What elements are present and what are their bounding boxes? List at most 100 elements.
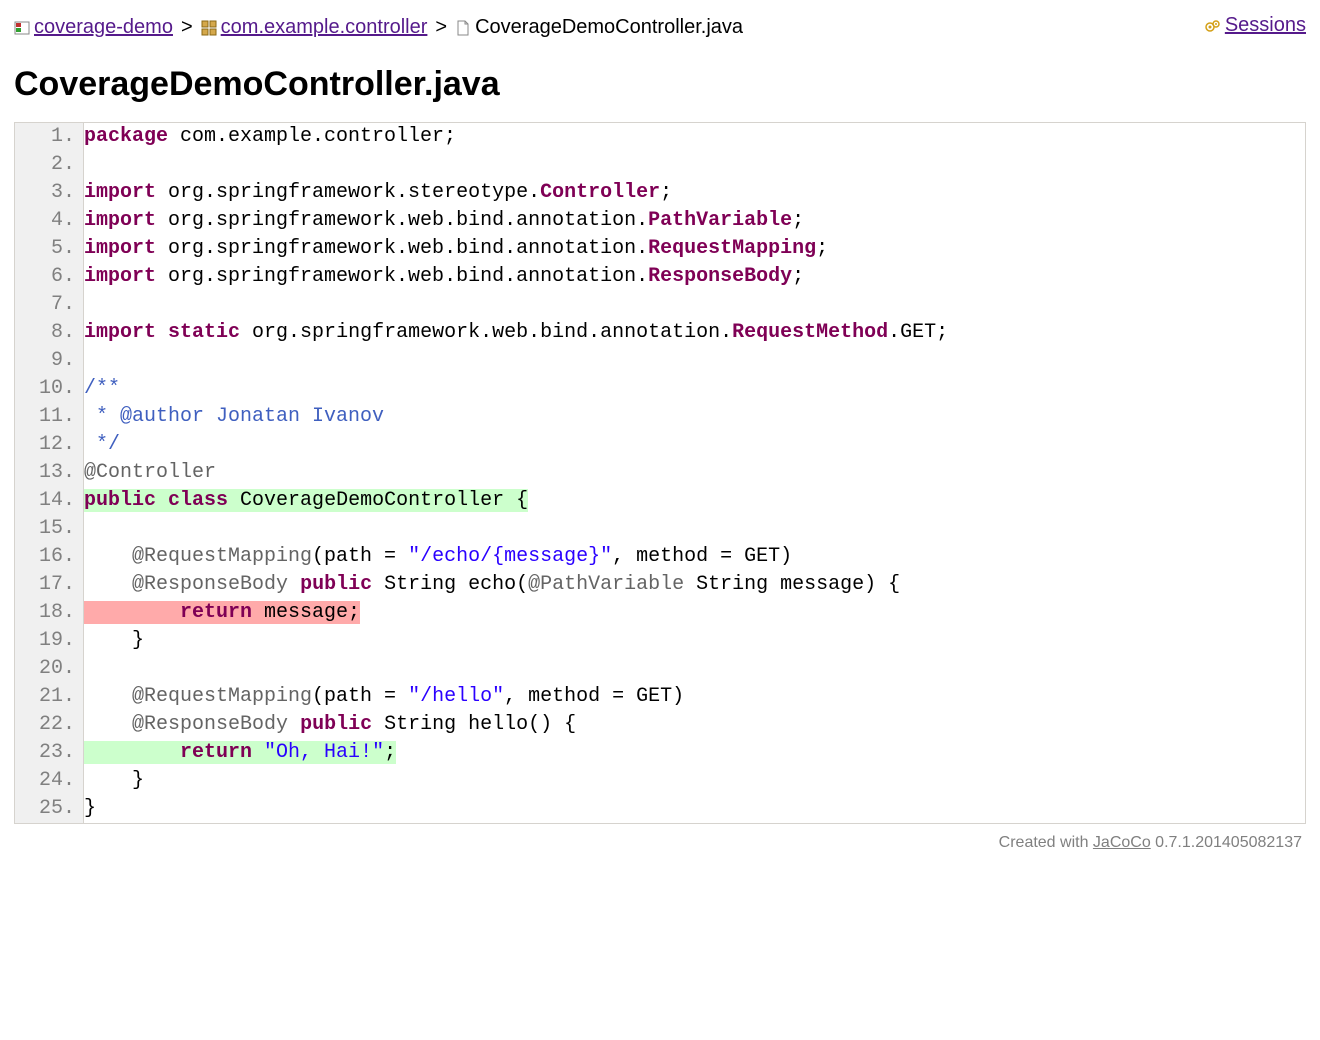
code-line: 19 } (15, 627, 1305, 655)
code-line: 9 (15, 347, 1305, 375)
code-line: 3import org.springframework.stereotype.C… (15, 179, 1305, 207)
code-cell: } (84, 627, 1306, 655)
code-line: 16 @RequestMapping(path = "/echo/{messag… (15, 543, 1305, 571)
line-number: 16 (15, 543, 84, 571)
breadcrumb-item-package: com.example.controller (201, 16, 428, 39)
code-line: 23 return "Oh, Hai!"; (15, 739, 1305, 767)
line-number: 4 (15, 207, 84, 235)
line-number: 17 (15, 571, 84, 599)
code-cell: @Controller (84, 459, 1306, 487)
sessions-label: Sessions (1225, 14, 1306, 37)
line-number: 25 (15, 795, 84, 823)
line-number: 24 (15, 767, 84, 795)
sessions-icon (1205, 18, 1221, 34)
line-number: 3 (15, 179, 84, 207)
footer-version: 0.7.1.201405082137 (1151, 834, 1302, 851)
code-cell: public class CoverageDemoController { (84, 487, 1306, 515)
code-line: 7 (15, 291, 1305, 319)
line-number: 7 (15, 291, 84, 319)
code-cell: @ResponseBody public String hello() { (84, 711, 1306, 739)
code-cell: @ResponseBody public String echo(@PathVa… (84, 571, 1306, 599)
line-number: 19 (15, 627, 84, 655)
breadcrumb-item-report: coverage-demo (14, 16, 173, 39)
code-cell: import static org.springframework.web.bi… (84, 319, 1306, 347)
code-cell: return "Oh, Hai!"; (84, 739, 1306, 767)
code-cell (84, 655, 1306, 683)
code-line: 18 return message; (15, 599, 1305, 627)
line-number: 8 (15, 319, 84, 347)
breadcrumb-separator: > (181, 16, 193, 39)
code-line: 17 @ResponseBody public String echo(@Pat… (15, 571, 1305, 599)
code-line: 8import static org.springframework.web.b… (15, 319, 1305, 347)
line-number: 13 (15, 459, 84, 487)
code-line: 13@Controller (15, 459, 1305, 487)
sessions-link[interactable]: Sessions (1205, 14, 1306, 37)
coverage-full: public class CoverageDemoController { (84, 489, 528, 512)
code-line: 24 } (15, 767, 1305, 795)
code-line: 5import org.springframework.web.bind.ann… (15, 235, 1305, 263)
line-number: 1 (15, 123, 84, 151)
code-line: 6import org.springframework.web.bind.ann… (15, 263, 1305, 291)
code-cell (84, 347, 1306, 375)
source-table: 1package com.example.controller;2 3impor… (15, 123, 1305, 823)
footer-prefix: Created with (999, 834, 1093, 851)
code-cell: } (84, 767, 1306, 795)
coverage-full: return "Oh, Hai!"; (84, 741, 396, 764)
breadcrumb-bar: coverage-demo > com.example.controller >… (14, 10, 1306, 45)
report-icon (14, 19, 30, 35)
breadcrumb-separator: > (435, 16, 447, 39)
breadcrumb-link-report[interactable]: coverage-demo (34, 16, 173, 39)
code-cell: import org.springframework.web.bind.anno… (84, 235, 1306, 263)
breadcrumb-left: coverage-demo > com.example.controller >… (14, 16, 743, 39)
line-number: 15 (15, 515, 84, 543)
breadcrumb-current-label: CoverageDemoController.java (475, 16, 743, 39)
code-line: 20 (15, 655, 1305, 683)
footer: Created with JaCoCo 0.7.1.201405082137 (14, 834, 1306, 852)
code-line: 11 * @author Jonatan Ivanov (15, 403, 1305, 431)
line-number: 5 (15, 235, 84, 263)
footer-jacoco-link[interactable]: JaCoCo (1093, 834, 1151, 851)
code-cell: import org.springframework.web.bind.anno… (84, 263, 1306, 291)
line-number: 10 (15, 375, 84, 403)
code-cell: */ (84, 431, 1306, 459)
breadcrumb-link-package[interactable]: com.example.controller (221, 16, 428, 39)
code-cell: @RequestMapping(path = "/echo/{message}"… (84, 543, 1306, 571)
code-cell: import org.springframework.web.bind.anno… (84, 207, 1306, 235)
code-line: 25} (15, 795, 1305, 823)
line-number: 9 (15, 347, 84, 375)
code-cell: /** (84, 375, 1306, 403)
code-line: 15 (15, 515, 1305, 543)
line-number: 21 (15, 683, 84, 711)
breadcrumb-item-current: CoverageDemoController.java (455, 16, 743, 39)
code-cell: } (84, 795, 1306, 823)
code-line: 4import org.springframework.web.bind.ann… (15, 207, 1305, 235)
line-number: 2 (15, 151, 84, 179)
code-line: 1package com.example.controller; (15, 123, 1305, 151)
line-number: 20 (15, 655, 84, 683)
line-number: 6 (15, 263, 84, 291)
code-cell: @RequestMapping(path = "/hello", method … (84, 683, 1306, 711)
code-line: 2 (15, 151, 1305, 179)
code-cell: package com.example.controller; (84, 123, 1306, 151)
package-icon (201, 19, 217, 35)
source-container: 1package com.example.controller;2 3impor… (14, 122, 1306, 824)
code-cell: import org.springframework.stereotype.Co… (84, 179, 1306, 207)
code-cell (84, 151, 1306, 179)
coverage-none: return message; (84, 601, 360, 624)
line-number: 22 (15, 711, 84, 739)
line-number: 23 (15, 739, 84, 767)
code-line: 14public class CoverageDemoController { (15, 487, 1305, 515)
code-cell (84, 291, 1306, 319)
code-line: 21 @RequestMapping(path = "/hello", meth… (15, 683, 1305, 711)
line-number: 14 (15, 487, 84, 515)
code-line: 12 */ (15, 431, 1305, 459)
code-line: 22 @ResponseBody public String hello() { (15, 711, 1305, 739)
code-cell (84, 515, 1306, 543)
line-number: 12 (15, 431, 84, 459)
breadcrumb-right: Sessions (1205, 14, 1306, 41)
line-number: 18 (15, 599, 84, 627)
code-cell: return message; (84, 599, 1306, 627)
line-number: 11 (15, 403, 84, 431)
code-line: 10/** (15, 375, 1305, 403)
java-file-icon (455, 19, 471, 35)
